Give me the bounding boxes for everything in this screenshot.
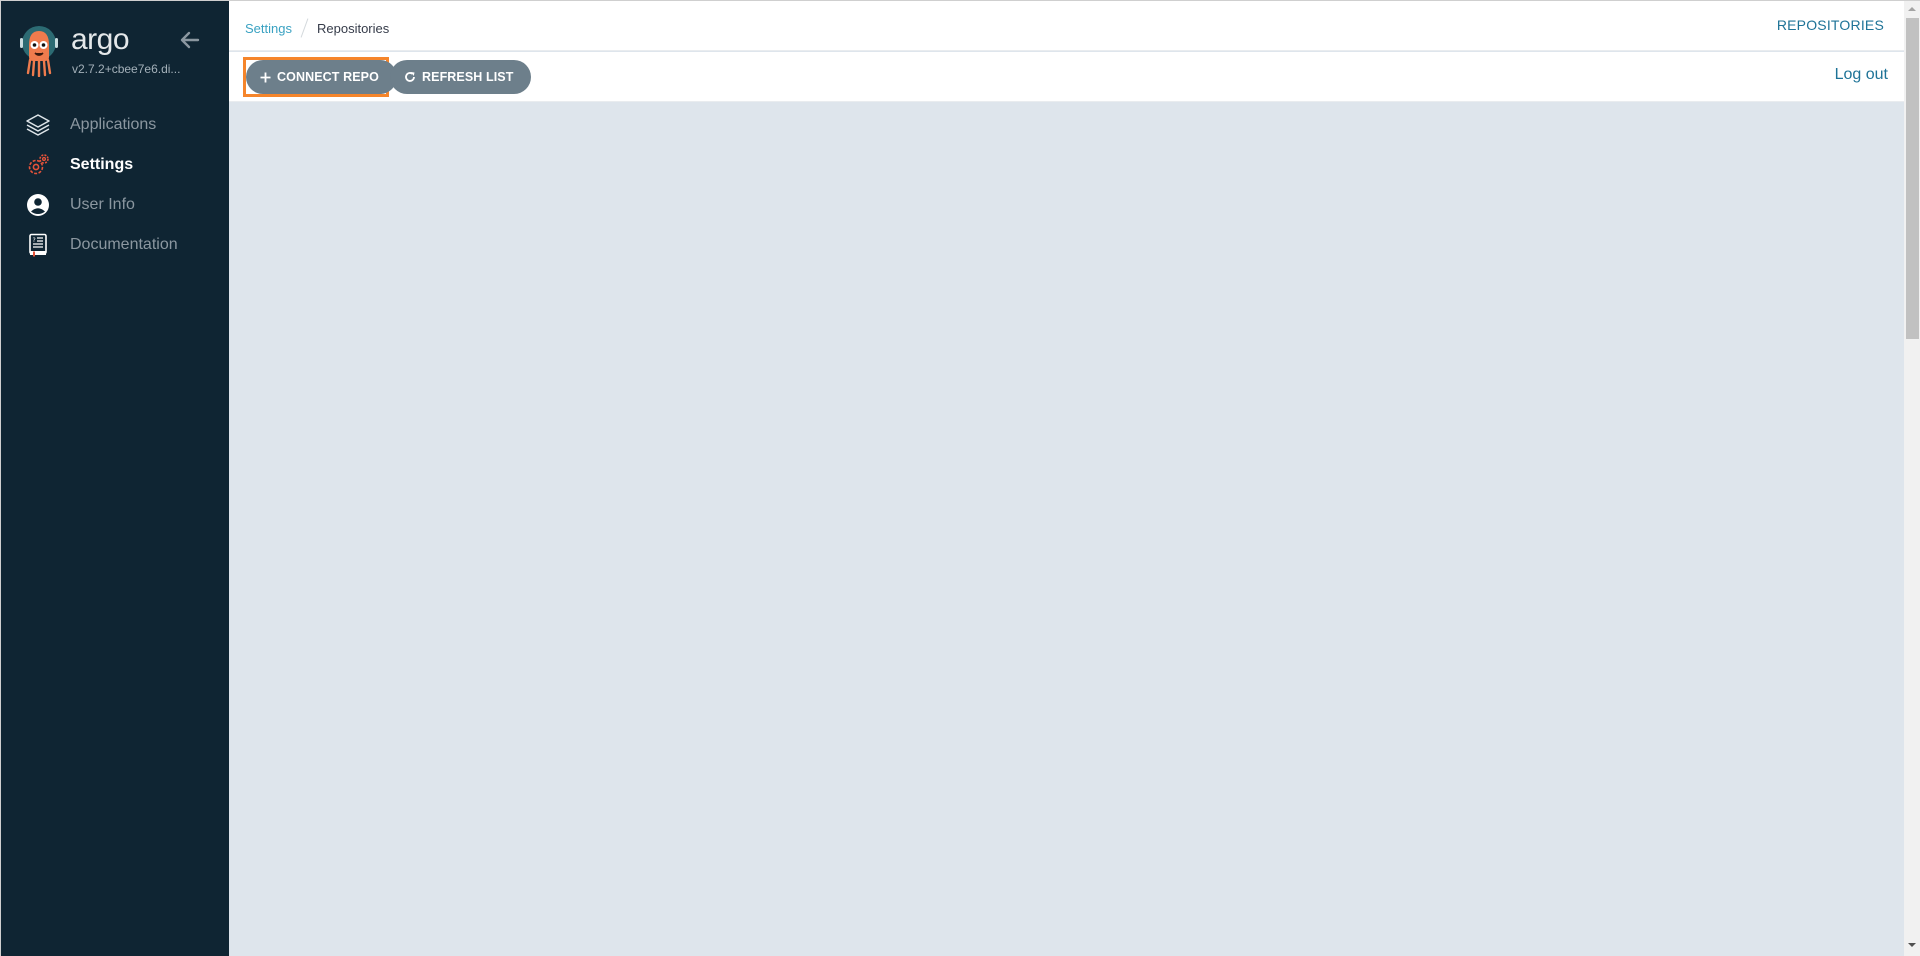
- refresh-icon: [404, 71, 416, 83]
- connect-repo-button[interactable]: CONNECT REPO: [246, 60, 397, 94]
- user-circle-icon: [25, 192, 51, 218]
- refresh-list-button[interactable]: REFRESH LIST: [390, 60, 532, 94]
- refresh-list-label: REFRESH LIST: [422, 70, 514, 84]
- scrollbar-thumb[interactable]: [1906, 18, 1919, 339]
- scroll-up-arrow-icon[interactable]: [1908, 7, 1916, 11]
- gears-icon: [25, 152, 51, 178]
- sidebar-item-label: Settings: [70, 156, 134, 173]
- collapse-sidebar-button[interactable]: [179, 29, 201, 51]
- sidebar-item-label: Documentation: [70, 236, 178, 253]
- book-icon: ?: [25, 232, 51, 258]
- sidebar-item-label: Applications: [70, 116, 157, 133]
- breadcrumb-settings-link[interactable]: Settings: [245, 21, 292, 36]
- scroll-down-arrow-icon[interactable]: [1908, 943, 1916, 947]
- plus-icon: [260, 72, 271, 83]
- arrow-left-icon: [180, 31, 200, 49]
- sidebar-item-user-info[interactable]: User Info: [1, 185, 229, 225]
- breadcrumb: Settings Repositories: [245, 18, 389, 38]
- sidebar-item-settings[interactable]: Settings: [1, 145, 229, 185]
- connect-repo-label: CONNECT REPO: [277, 70, 379, 84]
- main-content: Settings Repositories REPOSITORIES CONNE…: [229, 1, 1904, 956]
- brand-name: argo: [71, 23, 130, 56]
- argo-logo[interactable]: [18, 25, 60, 78]
- logout-link[interactable]: Log out: [1835, 66, 1888, 84]
- toolbar: CONNECT REPO REFRESH LIST Log out: [229, 52, 1904, 102]
- top-bar: Settings Repositories REPOSITORIES: [229, 1, 1904, 51]
- layers-icon: [25, 112, 51, 138]
- version-label: v2.7.2+cbee7e6.di...: [72, 62, 181, 76]
- sidebar-item-label: User Info: [70, 196, 135, 213]
- sidebar-item-applications[interactable]: Applications: [1, 105, 229, 145]
- breadcrumb-current: Repositories: [316, 20, 390, 36]
- vertical-scrollbar[interactable]: [1904, 1, 1920, 956]
- svg-text:?: ?: [33, 237, 36, 244]
- page-title: REPOSITORIES: [1776, 17, 1884, 33]
- breadcrumb-separator: [300, 18, 309, 38]
- sidebar: argo v2.7.2+cbee7e6.di... Applications S…: [1, 1, 229, 956]
- sidebar-nav: Applications Settings User Info ? Docume…: [1, 105, 229, 265]
- sidebar-item-documentation[interactable]: ? Documentation: [1, 225, 229, 265]
